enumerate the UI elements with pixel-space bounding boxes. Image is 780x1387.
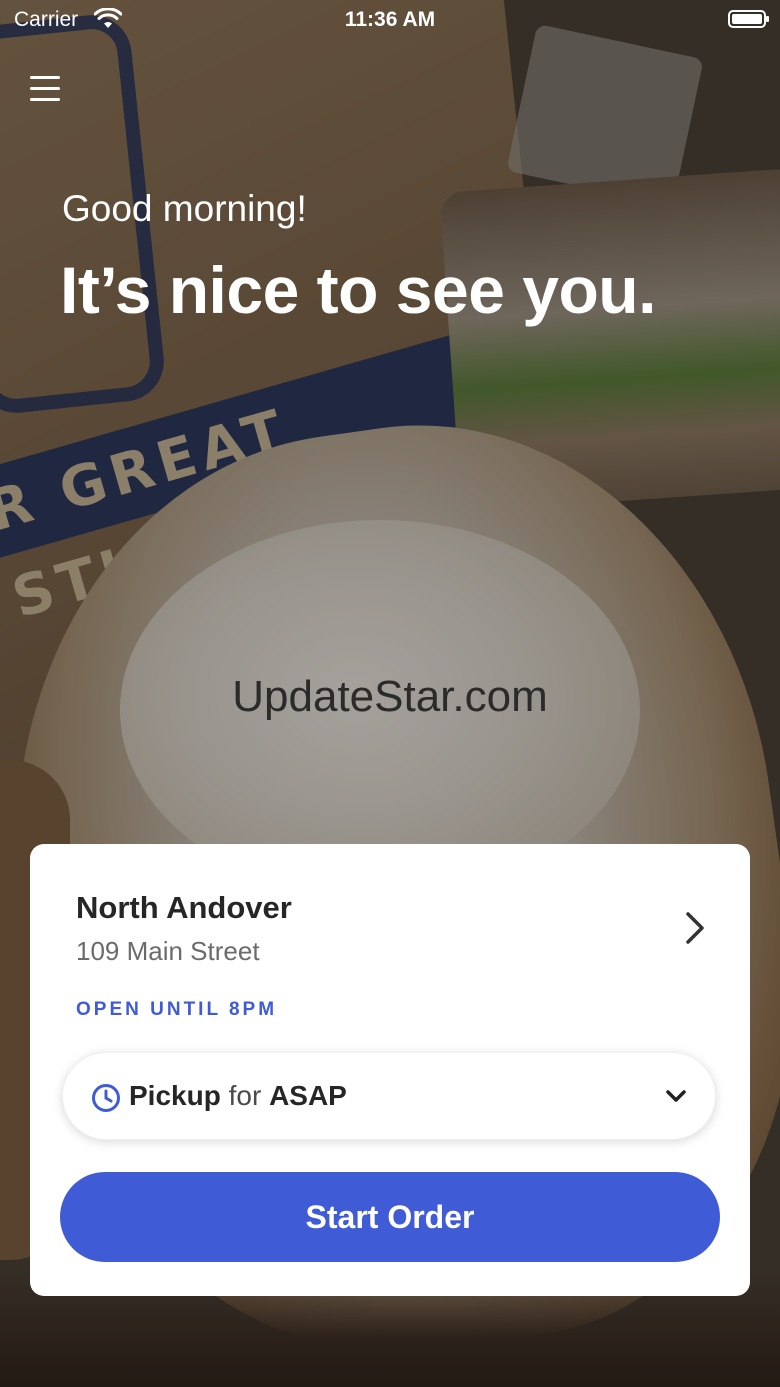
pickup-time: ASAP bbox=[269, 1080, 347, 1111]
chevron-down-icon bbox=[666, 1090, 686, 1102]
pickup-time-select[interactable]: Pickup for ASAP bbox=[62, 1052, 716, 1140]
pickup-label: Pickup for ASAP bbox=[129, 1080, 347, 1112]
greeting-text: Good morning! bbox=[62, 188, 307, 229]
chevron-right-icon[interactable] bbox=[680, 908, 710, 948]
pickup-connector: for bbox=[228, 1080, 262, 1111]
open-status: OPEN UNTIL 8PM bbox=[76, 999, 278, 1020]
pickup-mode: Pickup bbox=[129, 1080, 221, 1111]
store-name[interactable]: North Andover bbox=[76, 890, 292, 926]
store-address[interactable]: 109 Main Street bbox=[76, 936, 260, 967]
status-time: 11:36 AM bbox=[344, 8, 436, 31]
store-card: North Andover 109 Main Street OPEN UNTIL… bbox=[30, 844, 750, 1296]
menu-icon[interactable] bbox=[28, 72, 64, 106]
clock-icon bbox=[92, 1084, 120, 1112]
battery-icon bbox=[728, 10, 769, 28]
watermark: UpdateStar.com bbox=[232, 672, 548, 721]
start-order-button[interactable]: Start Order bbox=[60, 1172, 720, 1262]
headline-text: It’s nice to see you. bbox=[60, 253, 656, 327]
status-bar: Carrier 11:36 AM bbox=[0, 0, 780, 40]
